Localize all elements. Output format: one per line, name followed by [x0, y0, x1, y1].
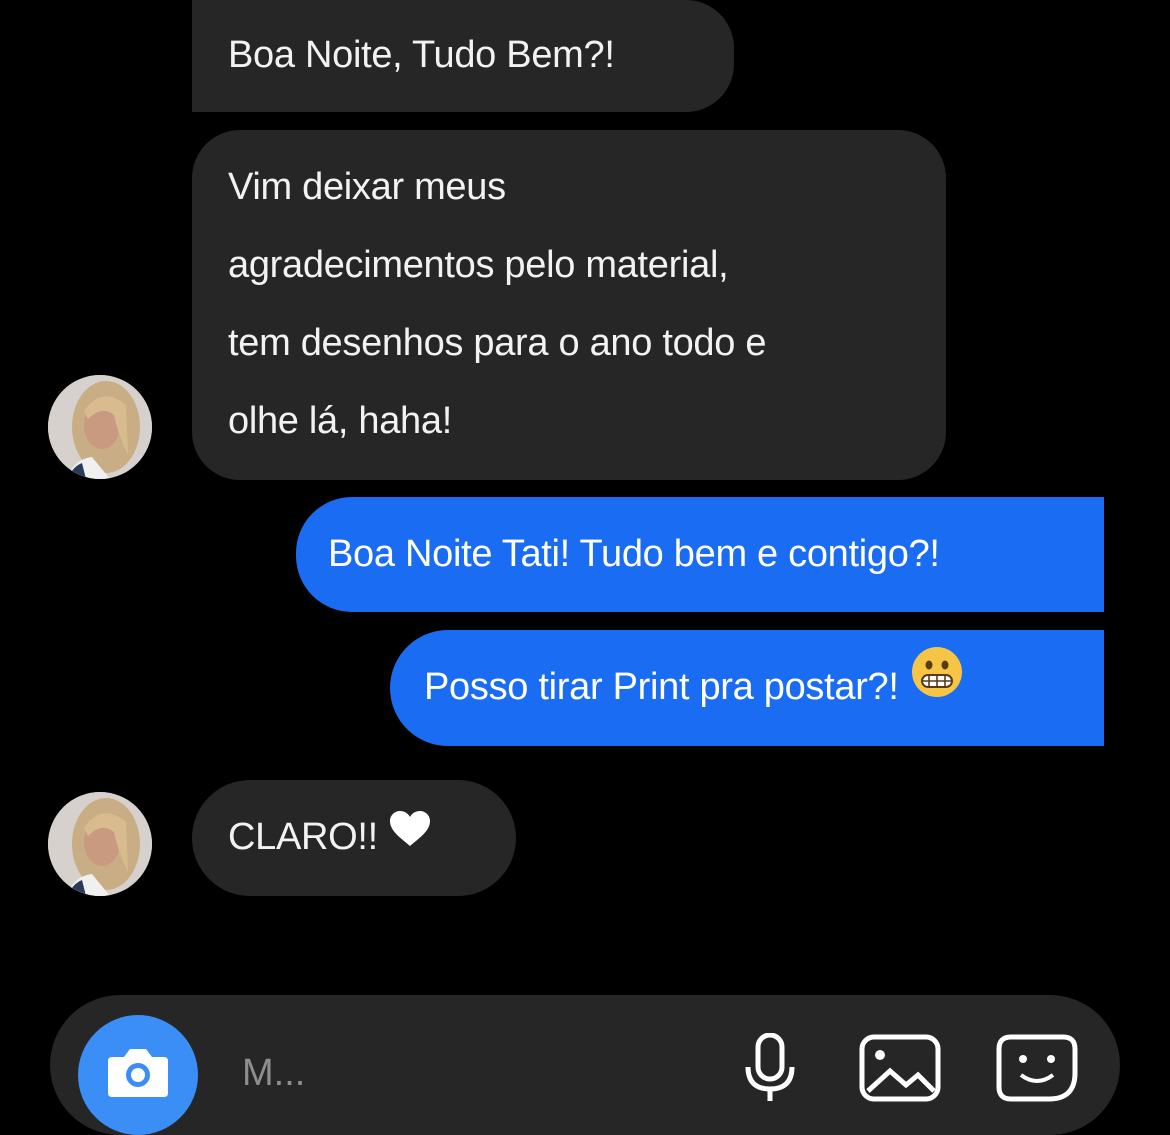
message-input[interactable] — [240, 1047, 724, 1099]
message-text: olhe lá, haha! — [228, 400, 452, 442]
gallery-icon[interactable] — [858, 1033, 942, 1108]
camera-icon — [108, 1049, 168, 1097]
avatar[interactable] — [48, 792, 152, 896]
heart-icon — [388, 797, 432, 875]
message-bubble-incoming[interactable]: CLARO!! — [192, 780, 516, 896]
message-bubble-outgoing[interactable]: Posso tirar Print pra postar?! — [390, 630, 1104, 746]
message-bubble-incoming[interactable]: Boa Noite, Tudo Bem?! — [192, 0, 734, 112]
message-composer — [50, 995, 1120, 1135]
message-bubble-incoming[interactable]: Vim deixar meus agradecimentos pelo mate… — [192, 130, 946, 480]
sticker-icon[interactable] — [995, 1033, 1079, 1108]
message-text: Boa Noite, Tudo Bem?! — [228, 34, 615, 76]
message-text: Boa Noite Tati! Tudo bem e contigo?! — [328, 533, 940, 575]
message-bubble-outgoing[interactable]: Boa Noite Tati! Tudo bem e contigo?! — [296, 497, 1104, 612]
grimacing-face-icon — [911, 646, 963, 725]
message-text: Vim deixar meus — [228, 166, 506, 208]
message-text: agradecimentos pelo material, — [228, 244, 729, 286]
camera-button[interactable] — [78, 1015, 198, 1135]
message-text: Posso tirar Print pra postar?! — [424, 666, 899, 708]
message-text: tem desenhos para o ano todo e — [228, 322, 767, 364]
avatar[interactable] — [48, 375, 152, 479]
message-text: CLARO!! — [228, 816, 378, 858]
microphone-icon[interactable] — [740, 1032, 800, 1108]
